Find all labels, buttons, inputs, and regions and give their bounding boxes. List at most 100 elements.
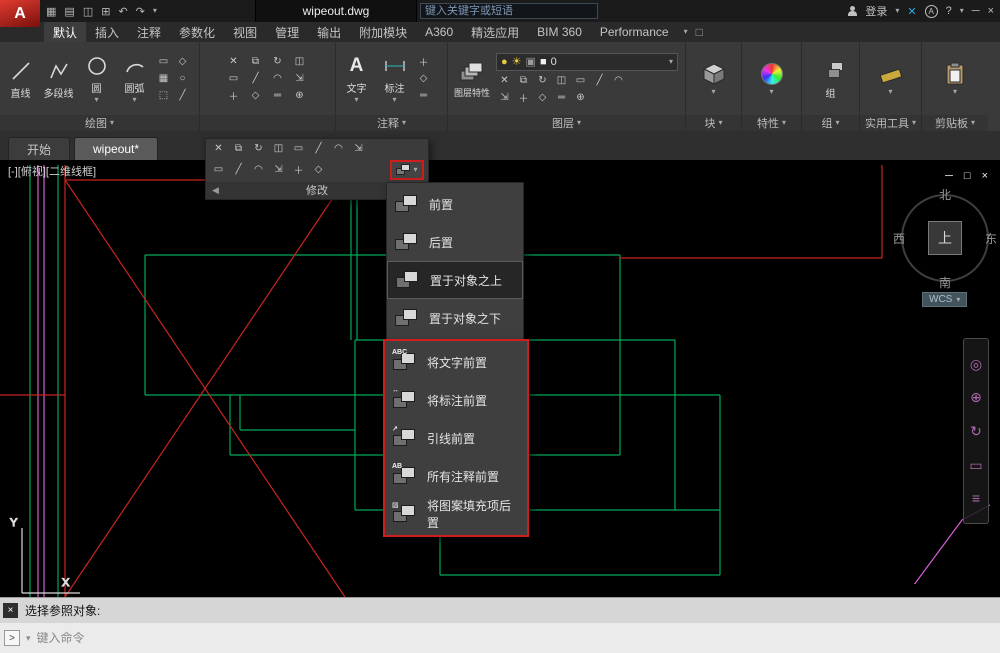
ribbon-tab-parametric[interactable]: 参数化 [170,22,224,42]
edit-hatch-icon[interactable]: ╱ [310,141,327,156]
change-space-icon[interactable]: ⧉ [230,141,247,156]
draw-order-caret-icon[interactable]: ▾ [413,165,417,174]
group-button[interactable]: 组 [813,58,848,100]
draw-order-split-button[interactable]: ▾ [390,159,424,180]
navbar-menu-icon[interactable]: ≡ [972,490,980,506]
properties-caret-icon[interactable]: ▾ [769,88,773,96]
orbit-icon[interactable]: ↻ [970,423,982,440]
file-tab-wipeout[interactable]: wipeout* [74,137,159,160]
layer-tool-icon[interactable]: ◫ [553,73,570,88]
ribbon-tab-addins[interactable]: 附加模块 [350,22,416,42]
ribbon-tab-featured-apps[interactable]: 精选应用 [462,22,528,42]
ribbon-tab-annotate[interactable]: 注释 [128,22,170,42]
steering-wheel-icon[interactable]: ◎ [970,356,982,373]
help-caret-icon[interactable]: ▾ [960,7,964,15]
open-icon[interactable]: ▤ [64,5,74,18]
layer-thaw-icon[interactable]: ☀ [512,55,522,68]
rectangle-tool-icon[interactable]: ▭ [155,54,172,69]
draw-panel-label[interactable]: 绘图 ▾ [0,115,199,131]
properties-panel-label[interactable]: 特性 ▾ [742,115,801,131]
group-panel-label[interactable]: 组 ▾ [802,115,859,131]
annotate-panel-label[interactable]: 注释 ▾ [336,115,447,131]
modify-panel-label-ribbon[interactable] [200,115,335,131]
hatch-tool-icon[interactable]: ▦ [155,71,172,86]
layer-tool-icon[interactable]: ═ [553,90,570,105]
edit-polyline-icon[interactable]: ◫ [270,141,287,156]
login-caret-icon[interactable]: ▾ [895,7,899,15]
align-icon[interactable]: ⇲ [350,141,367,156]
ribbon-tab-view[interactable]: 视图 [224,22,266,42]
viewport-controls-label[interactable]: [-][俯视][二维线框] [8,163,96,179]
ribbon-tab-default[interactable]: 默认 [44,22,87,42]
zoom-extents-icon[interactable]: ▭ [969,457,982,474]
pin-icon[interactable]: ◀ [212,185,219,196]
arc-caret-icon[interactable]: ▾ [132,96,136,104]
menu-item-text-to-front[interactable]: ABC 将文字前置 [385,343,527,381]
explode-tool-icon[interactable]: ⊕ [291,88,308,103]
leader-tool-icon[interactable]: ＋ [415,54,432,69]
command-prompt-icon[interactable]: > [4,630,20,646]
help-button[interactable]: ? [946,5,952,17]
layer-tool-icon[interactable]: ✕ [496,73,513,88]
markup-tool-icon[interactable]: ═ [415,88,432,103]
reverse-icon[interactable]: ⇲ [270,162,287,177]
viewcube-west[interactable]: 西 [893,230,905,247]
copy-nested-icon[interactable]: ＋ [290,162,307,177]
layer-dropdown[interactable]: ● ☀ ▣ ■ 0 ▾ [496,52,678,71]
trim-tool-icon[interactable]: ╱ [247,71,264,86]
redo-icon[interactable]: ↷ [136,5,145,18]
erase-tool-icon[interactable]: ✕ [225,54,242,69]
viewcube-top-face[interactable]: 上 [928,221,962,255]
text-caret-icon[interactable]: ▾ [354,96,358,104]
measure-caret-icon[interactable]: ▾ [888,88,892,96]
layer-on-icon[interactable]: ● [501,56,508,68]
layer-dropdown-caret-icon[interactable]: ▾ [669,57,673,66]
layer-tool-icon[interactable]: ⊕ [572,90,589,105]
layer-tool-icon[interactable]: ◇ [534,90,551,105]
undo-icon[interactable]: ↶ [118,5,127,18]
delete-duplicate-icon[interactable]: ◇ [310,162,327,177]
paste-caret-icon[interactable]: ▾ [953,88,957,96]
layer-color-swatch[interactable]: ■ [540,56,547,68]
menu-item-send-under-objects[interactable]: 置于对象之下 [387,299,523,337]
menu-item-bring-to-front[interactable]: 前置 [387,185,523,223]
xline-tool-icon[interactable]: ╱ [174,88,191,103]
menu-item-bring-above-objects[interactable]: 置于对象之上 [387,261,523,299]
viewcube-south[interactable]: 南 [939,274,951,291]
arc-tool-button[interactable]: 圆弧 ▾ [117,53,152,104]
move-tool-icon[interactable]: ＋ [225,88,242,103]
block-panel-label[interactable]: 块 ▾ [686,115,741,131]
circle-tool-button[interactable]: 圆 ▾ [79,53,114,104]
menu-grid-icon[interactable]: ▦ [46,5,56,18]
array-tool-icon[interactable]: ═ [269,88,286,103]
mirror-tool-icon[interactable]: ◫ [291,54,308,69]
command-options-caret-icon[interactable]: ▾ [26,633,31,644]
layer-properties-button[interactable]: 图层特性 [451,59,493,99]
ribbon-tab-a360[interactable]: A360 [416,22,462,42]
search-input[interactable] [420,3,598,19]
ribbon-tab-output[interactable]: 输出 [308,22,350,42]
save-icon[interactable]: ◫ [83,5,93,18]
ellipse-tool-icon[interactable]: ◇ [174,54,191,69]
text-tool-button[interactable]: A 文字 ▾ [339,53,374,104]
dimension-caret-icon[interactable]: ▾ [392,96,396,104]
lengthen-icon[interactable]: ↻ [250,141,267,156]
block-caret-icon[interactable]: ▾ [711,88,715,96]
dimension-tool-button[interactable]: 标注 ▾ [377,53,412,104]
ribbon-tab-manage[interactable]: 管理 [266,22,308,42]
app-logo[interactable]: A [0,0,40,27]
minimize-button[interactable]: ─ [972,5,980,17]
ribbon-tab-insert[interactable]: 插入 [86,22,128,42]
viewcube[interactable]: 北 南 西 东 上 [893,188,997,291]
stretch-tool-icon[interactable]: ▭ [225,71,242,86]
copy-tool-icon[interactable]: ⧉ [247,54,264,69]
line-tool-button[interactable]: 直线 [3,58,38,100]
measure-button[interactable]: ▾ [873,61,908,96]
break-at-point-icon[interactable]: ╱ [230,162,247,177]
scale-tool-icon[interactable]: ◇ [247,88,264,103]
layer-tool-icon[interactable]: ◠ [610,73,627,88]
plot-icon[interactable]: ⊞ [101,5,110,18]
layer-lock-icon[interactable]: ▣ [526,55,536,68]
clipboard-panel-label[interactable]: 剪贴板 ▾ [922,115,988,131]
rotate-tool-icon[interactable]: ↻ [269,54,286,69]
